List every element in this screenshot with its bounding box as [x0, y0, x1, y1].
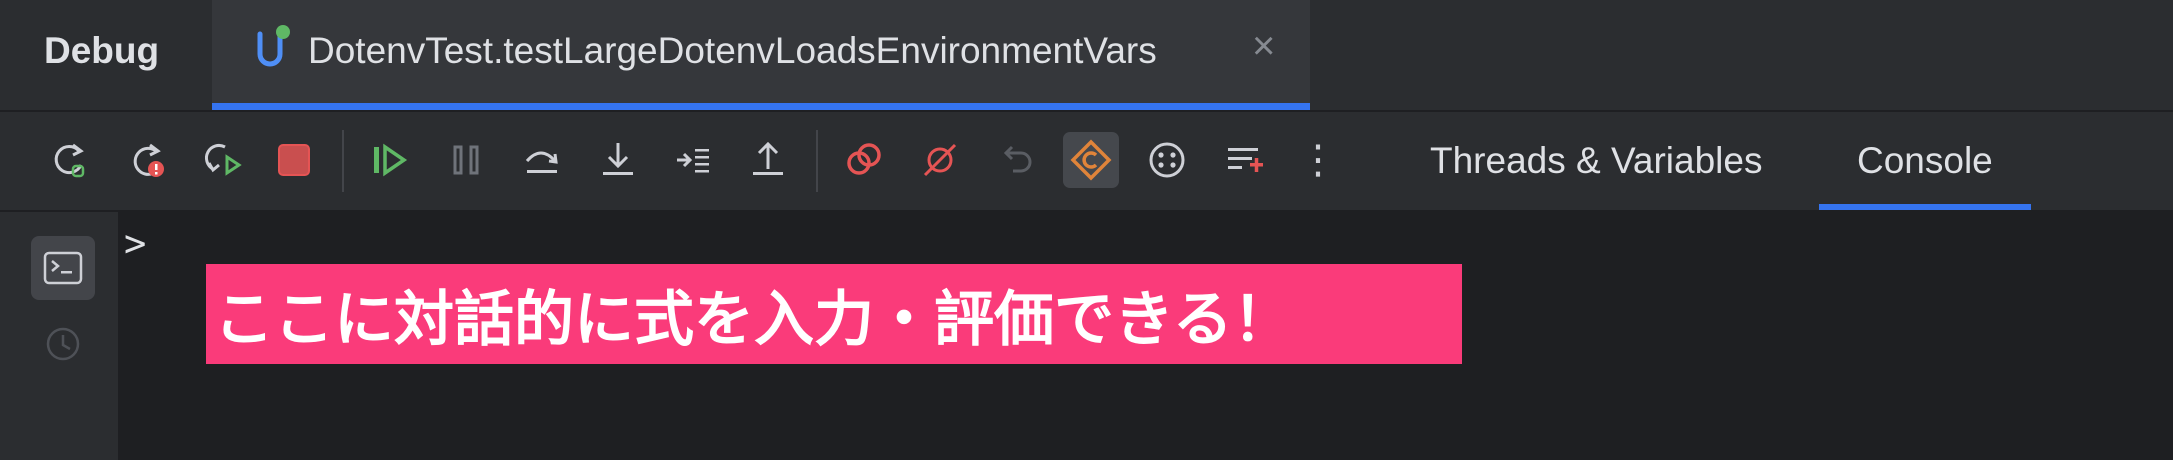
step-over-icon[interactable] — [514, 132, 570, 188]
run-tab-title: DotenvTest.testLargeDotenvLoadsEnvironme… — [308, 30, 1157, 71]
stop-icon[interactable] — [266, 132, 322, 188]
tool-window-header: Debug DotenvTest.testLargeDotenvLoadsEnv… — [0, 0, 2173, 112]
run-config-tab[interactable]: DotenvTest.testLargeDotenvLoadsEnvironme… — [212, 0, 1310, 110]
pause-icon[interactable] — [438, 132, 494, 188]
tab-console[interactable]: Console — [1819, 112, 2031, 210]
more-icon[interactable]: ⋮ — [1290, 132, 1346, 188]
run-to-cursor-icon[interactable] — [666, 132, 722, 188]
annotation-banner: ここに対話的に式を入力・評価できる！ — [206, 264, 1462, 364]
rerun-icon[interactable] — [42, 132, 98, 188]
step-into-icon[interactable] — [590, 132, 646, 188]
test-config-icon — [252, 24, 298, 74]
evaluate-icon[interactable] — [1139, 132, 1195, 188]
terminal-icon[interactable] — [31, 236, 95, 300]
restart-icon[interactable] — [196, 132, 252, 188]
tab-threads-variables[interactable]: Threads & Variables — [1430, 112, 1762, 210]
resume-icon[interactable] — [361, 132, 417, 188]
view-breakpoints-icon[interactable] — [836, 132, 892, 188]
rerun-failed-icon[interactable] — [119, 132, 175, 188]
toolbar-separator — [342, 130, 344, 192]
history-icon[interactable] — [31, 312, 95, 376]
mute-breakpoints-icon[interactable] — [912, 132, 968, 188]
close-icon[interactable]: × — [1252, 26, 1275, 66]
coroutine-icon[interactable] — [1063, 132, 1119, 188]
step-out-icon[interactable] — [740, 132, 796, 188]
console-side-toolbar — [0, 212, 118, 460]
debug-panel-label: Debug — [44, 30, 160, 71]
reset-frame-icon[interactable] — [988, 132, 1044, 188]
selected-tab-indicator — [212, 103, 1310, 110]
console-prompt[interactable]: > — [124, 222, 146, 265]
debug-toolbar: ⋮ Threads & Variables Console — [0, 112, 2173, 212]
toolbar-separator — [816, 130, 818, 192]
add-watch-icon[interactable] — [1216, 132, 1272, 188]
